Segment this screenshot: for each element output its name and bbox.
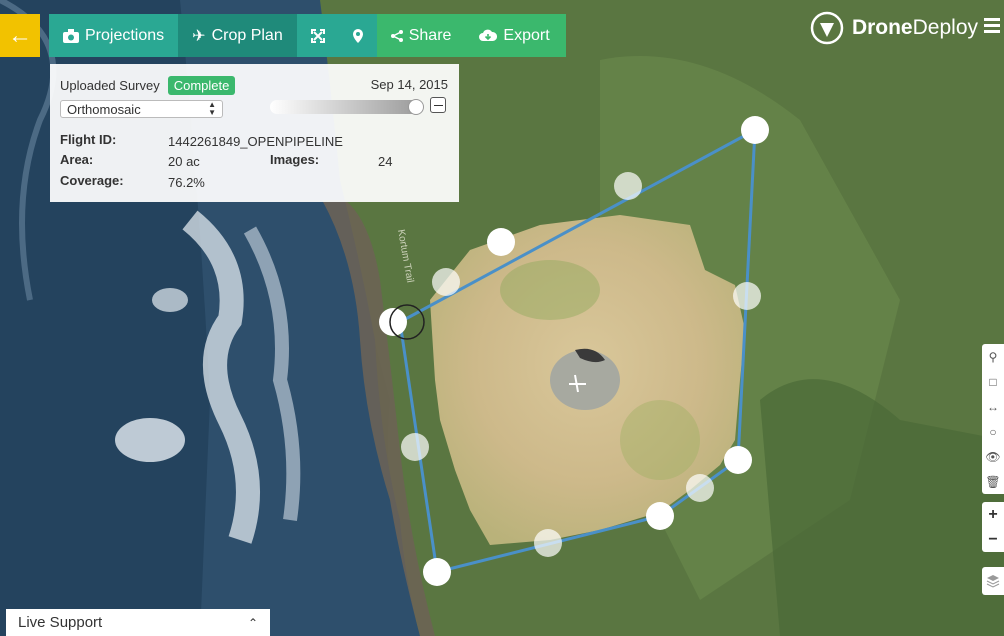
crop-plan-button[interactable]: ✈ Crop Plan (178, 14, 297, 57)
projections-button[interactable]: Projections (49, 14, 178, 57)
area-value: 20 ac (168, 154, 200, 169)
survey-info-panel: Uploaded Survey Complete Sep 14, 2015 Or… (50, 64, 459, 202)
map-tools-bar: ⚲ □ ↔ ○ 👁 🗑 (982, 344, 1004, 494)
survey-source-label: Uploaded Survey (60, 78, 160, 93)
dronedeploy-logo-icon (810, 11, 844, 45)
opacity-slider-knob[interactable] (408, 99, 424, 115)
map-marker-tool[interactable]: ⚲ (982, 344, 1004, 369)
crop-plan-label: Crop Plan (211, 26, 283, 44)
layers-button[interactable] (982, 567, 1004, 595)
arrow-left-icon: ← (8, 21, 32, 49)
export-button[interactable]: Export (465, 14, 566, 57)
share-label: Share (408, 26, 452, 44)
coverage-label: Coverage: (60, 173, 124, 188)
brand-name: DroneDeploy (851, 16, 978, 39)
back-button[interactable]: ← (0, 14, 40, 57)
export-label: Export (503, 26, 550, 44)
status-badge: Complete (167, 76, 236, 95)
toolbar-button-group: Projections ✈ Crop Plan Share Export (49, 14, 566, 57)
coverage-value: 76.2% (168, 175, 205, 190)
select-arrows-icon: ▲ ▼ (208, 100, 216, 117)
flight-id-value: 1442261849_OPENPIPELINE (168, 134, 343, 149)
live-support-label: Live Support (18, 614, 103, 631)
top-toolbar: ← Projections ✈ Crop Plan Share Export (0, 14, 566, 57)
zoom-controls: + − (982, 502, 1004, 552)
zoom-out-button[interactable]: − (982, 527, 1004, 552)
trash-icon: 🗑 (985, 474, 1001, 489)
area-label: Area: (60, 152, 94, 167)
delete-tool[interactable]: 🗑 (982, 469, 1004, 494)
camera-icon (63, 28, 79, 43)
distance-tool[interactable]: ↔ (982, 394, 1004, 419)
square-icon: □ (989, 374, 997, 389)
brand-logo: DroneDeploy (810, 11, 978, 45)
survey-date: Sep 14, 2015 (370, 77, 448, 92)
share-icon (390, 29, 403, 42)
map-pin-icon (352, 28, 363, 43)
visibility-tool[interactable]: 👁 (982, 444, 1004, 469)
map-pin-icon: ⚲ (988, 349, 998, 364)
circle-icon: ○ (989, 424, 997, 439)
expand-icon (310, 28, 325, 43)
layer-select-value: Orthomosaic (67, 101, 141, 117)
ruler-arrows-icon: ↔ (987, 399, 999, 414)
collapse-panel-button[interactable] (430, 97, 446, 113)
chevron-up-icon: ⌃ (247, 615, 258, 630)
airplane-icon: ✈ (192, 27, 206, 45)
zoom-in-button[interactable]: + (982, 502, 1004, 527)
fullscreen-button[interactable] (297, 14, 339, 57)
images-value: 24 (378, 154, 393, 169)
live-support-bar[interactable]: Live Support ⌃ (6, 609, 270, 636)
layers-icon (986, 575, 1000, 588)
cloud-download-icon (479, 29, 498, 41)
eye-icon: 👁 (985, 449, 1001, 464)
images-label: Images: (270, 152, 320, 167)
hamburger-menu-icon[interactable] (984, 18, 1000, 36)
opacity-slider[interactable] (270, 99, 424, 115)
area-tool[interactable]: □ (982, 369, 1004, 394)
flight-id-label: Flight ID: (60, 132, 117, 147)
share-button[interactable]: Share (376, 14, 466, 57)
projections-label: Projections (85, 26, 165, 44)
circle-tool[interactable]: ○ (982, 419, 1004, 444)
location-button[interactable] (339, 14, 377, 57)
layer-select[interactable]: Orthomosaic ▲ ▼ (60, 100, 223, 118)
